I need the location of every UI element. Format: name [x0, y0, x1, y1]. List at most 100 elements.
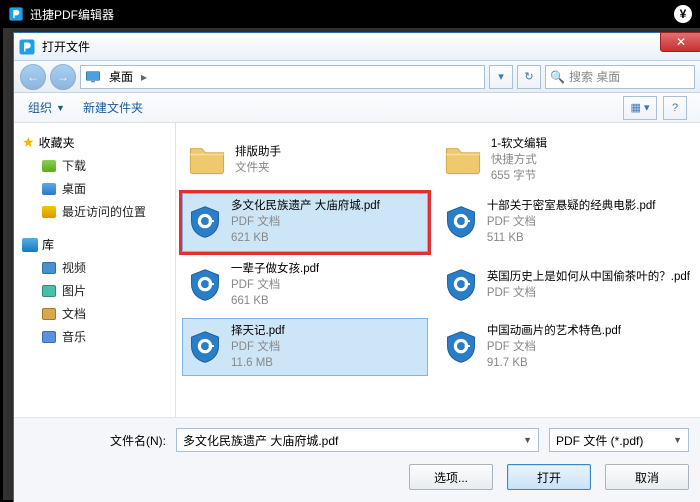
chevron-down-icon: ▼ [673, 435, 682, 445]
new-folder-button[interactable]: 新建文件夹 [83, 99, 143, 116]
view-button[interactable]: ▦ ▾ [623, 96, 657, 120]
sidebar-library[interactable]: 库 [20, 233, 169, 256]
sidebar-item-documents[interactable]: 文档 [20, 302, 169, 325]
sidebar-item-music[interactable]: 音乐 [20, 325, 169, 348]
file-meta: 1-软文编辑快捷方式655 字节 [491, 136, 547, 184]
currency-icon[interactable]: ¥ [674, 5, 692, 23]
file-name: 择天记.pdf [231, 323, 285, 339]
chevron-down-icon: ▼ [56, 103, 65, 113]
video-icon [42, 262, 56, 274]
file-item[interactable]: 中国动画片的艺术特色.pdfPDF 文档91.7 KB [438, 318, 695, 376]
cancel-button[interactable]: 取消 [605, 464, 689, 490]
pdf-icon [443, 329, 479, 365]
pictures-icon [42, 285, 56, 297]
app-titlebar: 迅捷PDF编辑器 ¥ [0, 0, 700, 28]
pdf-icon [187, 329, 223, 365]
chevron-right-icon: ▸ [141, 70, 147, 84]
file-item[interactable]: 一辈子做女孩.pdfPDF 文档661 KB [182, 256, 428, 314]
refresh-button[interactable]: ↻ [517, 65, 541, 89]
download-icon [42, 160, 56, 172]
file-size: 621 KB [231, 230, 380, 246]
pdf-icon [187, 267, 223, 303]
file-meta: 一辈子做女孩.pdfPDF 文档661 KB [231, 261, 319, 309]
sidebar: ★收藏夹 下载 桌面 最近访问的位置 库 视频 图片 文档 音乐 [14, 123, 176, 417]
file-type: PDF 文档 [231, 339, 285, 355]
star-icon: ★ [22, 134, 35, 151]
dialog-title: 打开文件 [42, 38, 90, 55]
file-size: 11.6 MB [231, 355, 285, 371]
file-item[interactable]: 排版助手文件夹 [182, 131, 428, 189]
file-meta: 英国历史上是如何从中国偷茶叶的？.pdfPDF 文档 [487, 269, 690, 301]
file-meta: 排版助手文件夹 [235, 144, 281, 176]
desktop-icon [42, 183, 56, 195]
file-type: PDF 文档 [487, 339, 621, 355]
options-button[interactable]: 选项... [409, 464, 493, 490]
sidebar-favorites[interactable]: ★收藏夹 [20, 131, 169, 154]
dialog-footer: 文件名(N): 多文化民族遗产 大庙府城.pdf▼ PDF 文件 (*.pdf)… [14, 417, 700, 502]
file-name: 十部关于密室悬疑的经典电影.pdf [487, 198, 656, 214]
dropdown-button[interactable]: ▾ [489, 65, 513, 89]
dialog-icon [18, 38, 36, 56]
file-size: 655 字节 [491, 168, 547, 184]
breadcrumb[interactable]: 桌面 ▸ [80, 65, 485, 89]
file-meta: 中国动画片的艺术特色.pdfPDF 文档91.7 KB [487, 323, 621, 371]
file-item[interactable]: 1-软文编辑快捷方式655 字节 [438, 131, 695, 189]
file-name: 1-软文编辑 [491, 136, 547, 152]
file-size: 511 KB [487, 230, 656, 246]
file-name: 排版助手 [235, 144, 281, 160]
file-size: 661 KB [231, 293, 319, 309]
file-name: 一辈子做女孩.pdf [231, 261, 319, 277]
file-type: PDF 文档 [231, 277, 319, 293]
file-item[interactable]: 英国历史上是如何从中国偷茶叶的？.pdfPDF 文档 [438, 256, 695, 314]
open-button[interactable]: 打开 [507, 464, 591, 490]
nav-forward-button[interactable]: → [50, 64, 76, 90]
file-item[interactable]: 多文化民族遗产 大庙府城.pdfPDF 文档621 KB [182, 193, 428, 251]
file-meta: 多文化民族遗产 大庙府城.pdfPDF 文档621 KB [231, 198, 380, 246]
open-file-dialog: 打开文件 ✕ ← → 桌面 ▸ ▾ ↻ 🔍 搜索 桌面 组织▼ 新建文件夹 ▦ … [13, 32, 700, 502]
breadcrumb-location[interactable]: 桌面 [105, 68, 137, 85]
file-type: 文件夹 [235, 160, 281, 176]
pdf-icon [443, 267, 479, 303]
toolbar: 组织▼ 新建文件夹 ▦ ▾ ? [14, 93, 700, 123]
folder-icon [187, 142, 227, 178]
help-button[interactable]: ? [663, 96, 687, 120]
nav-back-button[interactable]: ← [20, 64, 46, 90]
filename-label: 文件名(N): [26, 432, 166, 449]
file-type: PDF 文档 [487, 214, 656, 230]
sidebar-item-pictures[interactable]: 图片 [20, 279, 169, 302]
app-icon [8, 6, 24, 22]
file-item[interactable]: 十部关于密室悬疑的经典电影.pdfPDF 文档511 KB [438, 193, 695, 251]
folder-icon [443, 142, 483, 178]
filename-input[interactable]: 多文化民族遗产 大庙府城.pdf▼ [176, 428, 539, 452]
sidebar-item-video[interactable]: 视频 [20, 256, 169, 279]
file-meta: 十部关于密室悬疑的经典电影.pdfPDF 文档511 KB [487, 198, 656, 246]
organize-menu[interactable]: 组织▼ [28, 99, 65, 116]
file-type: 快捷方式 [491, 152, 547, 168]
file-list: 排版助手文件夹 1-软文编辑快捷方式655 字节多文化民族遗产 大庙府城.pdfP… [176, 123, 700, 417]
file-type: PDF 文档 [231, 214, 380, 230]
chevron-down-icon: ▼ [523, 435, 532, 445]
file-item[interactable]: 择天记.pdfPDF 文档11.6 MB [182, 318, 428, 376]
desktop-icon [85, 70, 101, 84]
search-placeholder: 搜索 桌面 [569, 68, 620, 85]
search-icon: 🔍 [550, 70, 565, 84]
file-size: 91.7 KB [487, 355, 621, 371]
sidebar-item-recent[interactable]: 最近访问的位置 [20, 200, 169, 223]
music-icon [42, 331, 56, 343]
pdf-icon [187, 204, 223, 240]
file-name: 中国动画片的艺术特色.pdf [487, 323, 621, 339]
documents-icon [42, 308, 56, 320]
file-type: PDF 文档 [487, 285, 690, 301]
sidebar-item-desktop[interactable]: 桌面 [20, 177, 169, 200]
app-title: 迅捷PDF编辑器 [30, 6, 114, 23]
file-name: 英国历史上是如何从中国偷茶叶的？.pdf [487, 269, 690, 285]
sidebar-item-downloads[interactable]: 下载 [20, 154, 169, 177]
library-icon [22, 238, 38, 252]
close-button[interactable]: ✕ [660, 32, 700, 52]
file-meta: 择天记.pdfPDF 文档11.6 MB [231, 323, 285, 371]
search-input[interactable]: 🔍 搜索 桌面 [545, 65, 695, 89]
nav-row: ← → 桌面 ▸ ▾ ↻ 🔍 搜索 桌面 [14, 61, 700, 93]
filetype-select[interactable]: PDF 文件 (*.pdf)▼ [549, 428, 689, 452]
pdf-icon [443, 204, 479, 240]
dialog-titlebar: 打开文件 ✕ [14, 33, 700, 61]
